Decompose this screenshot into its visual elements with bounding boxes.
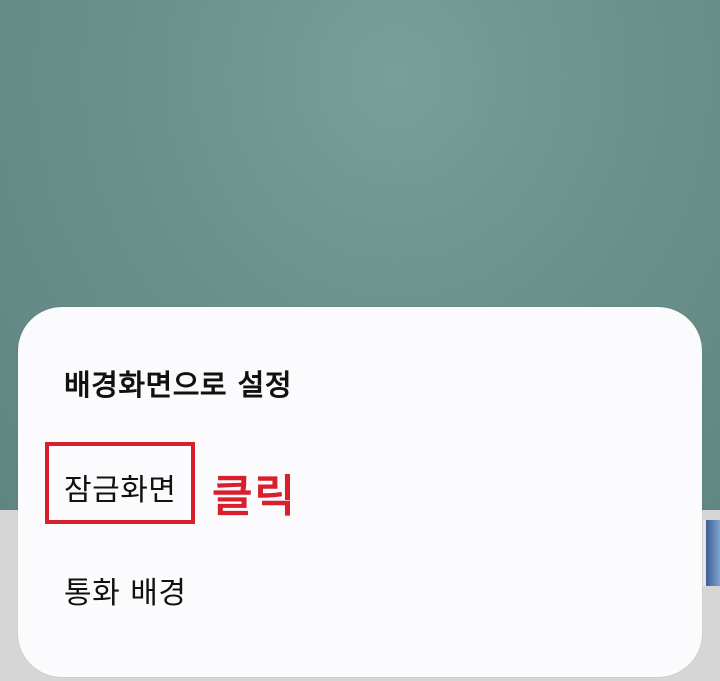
click-annotation: 클릭 bbox=[212, 471, 297, 522]
sheet-title: 배경화면으로 설정 bbox=[64, 368, 293, 402]
option-call-background[interactable]: 통화 배경 bbox=[64, 568, 186, 612]
thumbnail-edge[interactable] bbox=[703, 520, 720, 586]
highlight-box bbox=[45, 442, 195, 524]
